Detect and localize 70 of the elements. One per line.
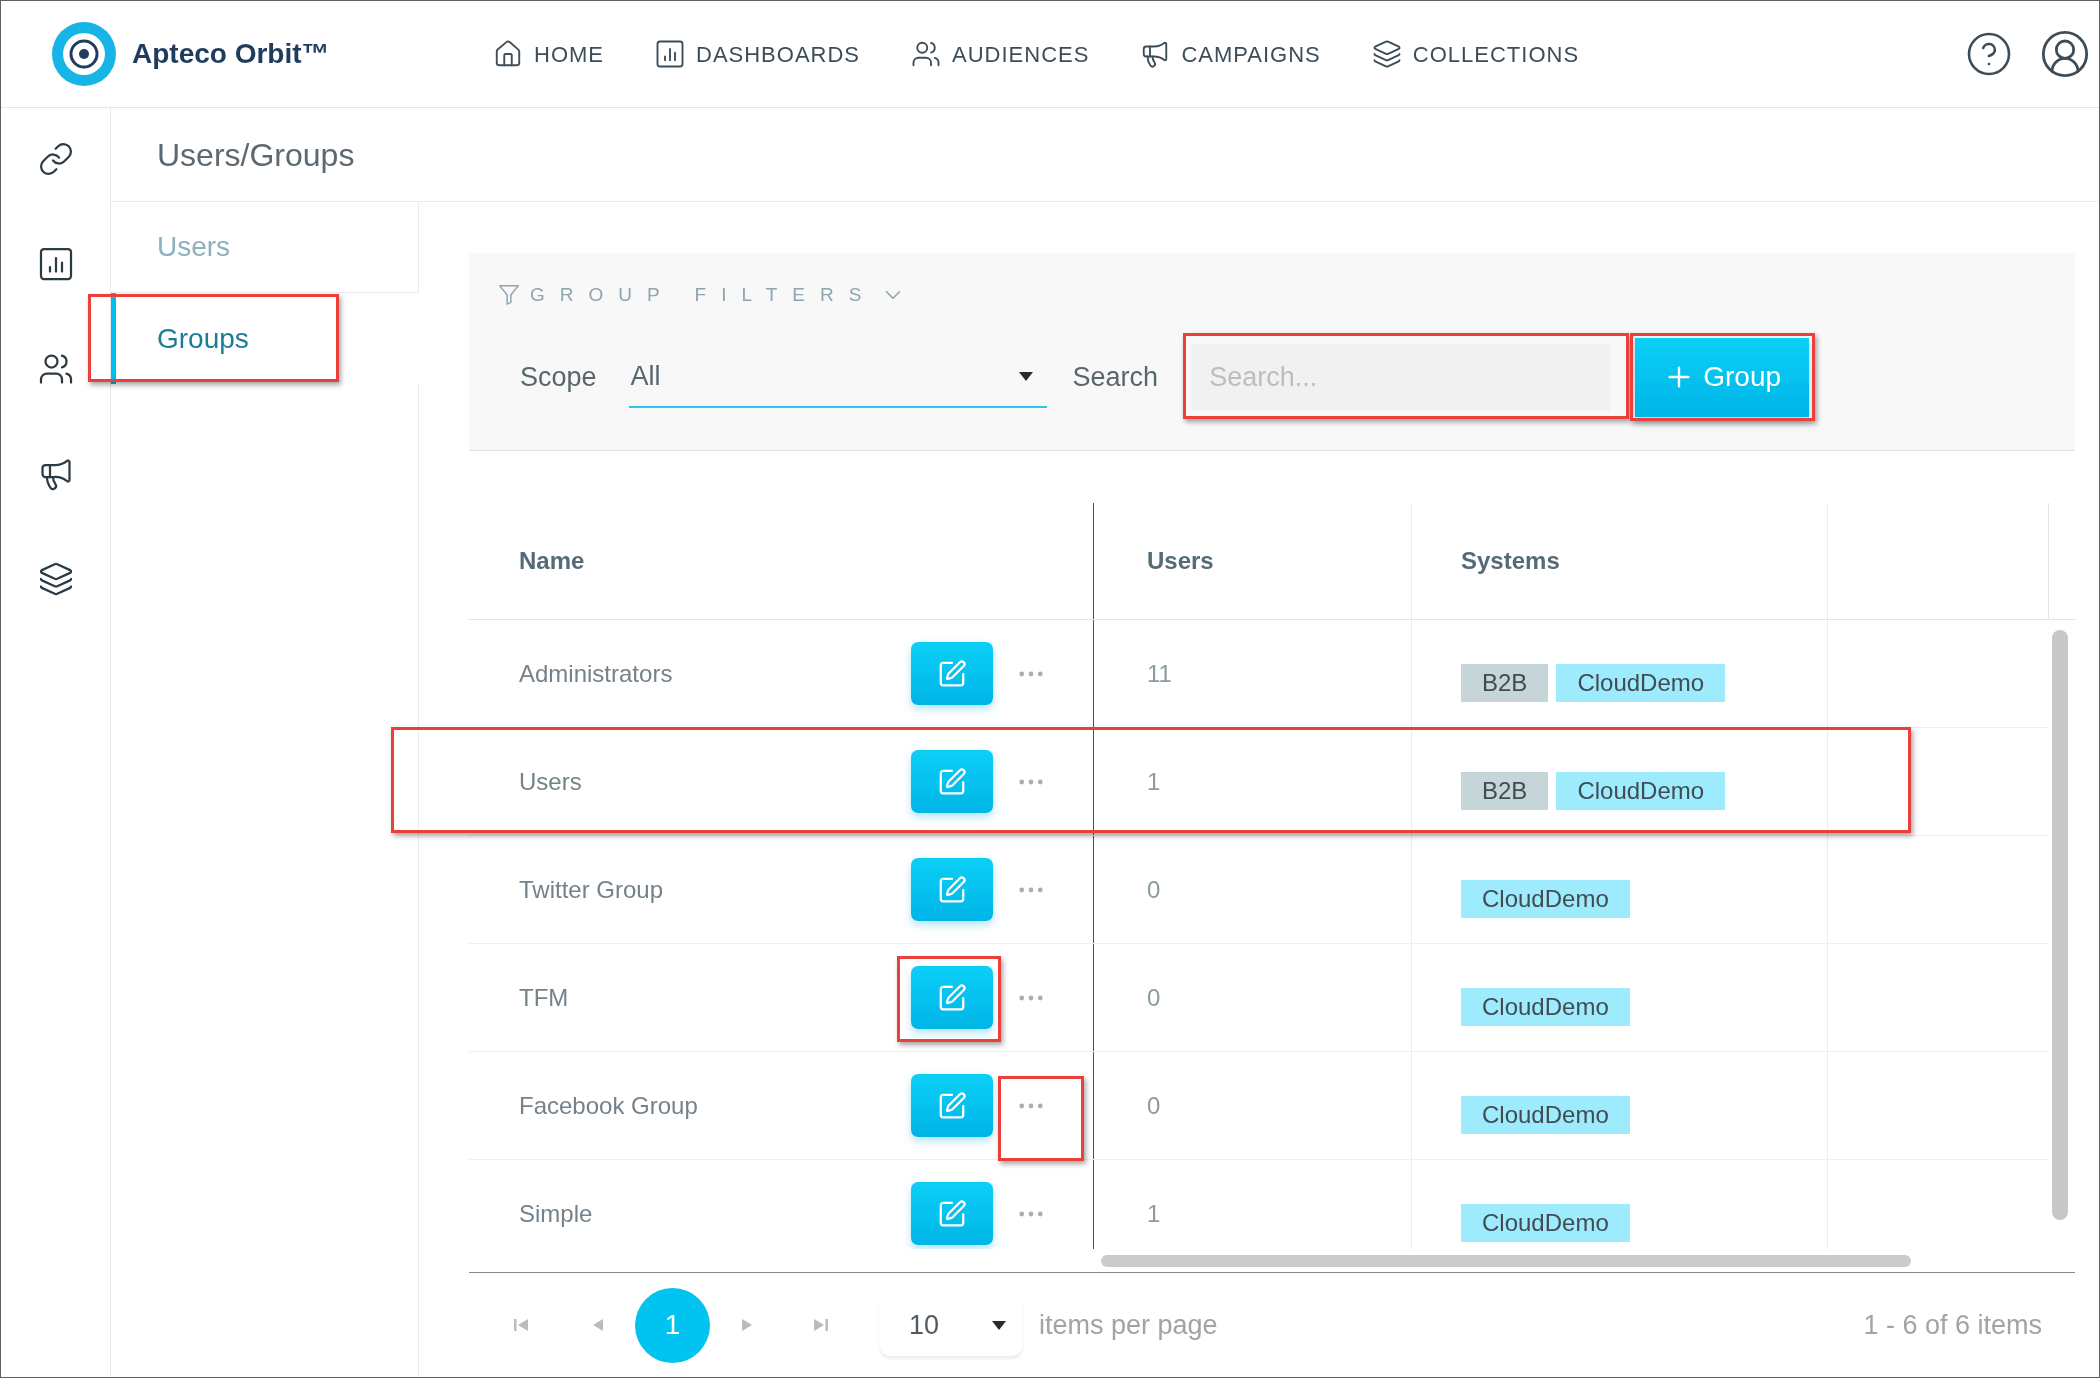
brand-name: Apteco Orbit™ <box>132 37 330 71</box>
layers-icon[interactable] <box>37 561 74 597</box>
system-tag: CloudDemo <box>1461 1095 1630 1134</box>
edit-icon <box>937 874 967 905</box>
more-options-icon[interactable] <box>1019 1210 1043 1217</box>
dropdown-caret-icon <box>1018 371 1033 381</box>
system-tag: B2B <box>1461 771 1549 810</box>
nav-link[interactable]: HOME <box>493 37 604 71</box>
group-name: Simple <box>519 1199 593 1227</box>
edit-icon <box>937 766 967 797</box>
group-name: Facebook Group <box>519 1091 698 1119</box>
layers-icon <box>1371 39 1402 69</box>
nav-link[interactable]: DASHBOARDS <box>655 37 861 71</box>
edit-button[interactable] <box>911 858 993 921</box>
logo-icon <box>52 22 116 86</box>
more-options-icon[interactable] <box>1019 778 1043 785</box>
user-count: 1 <box>1147 766 1161 797</box>
more-options-icon[interactable] <box>1019 1102 1043 1109</box>
vertical-scrollbar[interactable] <box>2052 630 2068 1220</box>
system-tag: B2B <box>1461 663 1549 702</box>
link-icon[interactable] <box>37 141 74 177</box>
more-options-icon[interactable] <box>1019 670 1043 677</box>
group-name: Administrators <box>519 659 673 687</box>
user-avatar-icon[interactable] <box>2039 28 2091 80</box>
user-count: 1 <box>1147 1198 1161 1229</box>
group-name: Twitter Group <box>519 875 664 903</box>
column-header: Systems <box>1461 546 1560 576</box>
edit-icon <box>937 658 967 689</box>
user-count: 0 <box>1147 1090 1161 1121</box>
scope-label: Scope <box>520 360 597 394</box>
nav-link[interactable]: AUDIENCES <box>911 37 1090 71</box>
more-options-icon[interactable] <box>1019 994 1043 1001</box>
funnel-icon <box>498 284 520 306</box>
pagination-summary: 1 - 6 of 6 items <box>1863 1308 2043 1342</box>
edit-button[interactable] <box>911 966 993 1029</box>
page-size-select[interactable]: 10 <box>879 1294 1023 1356</box>
system-tag: CloudDemo <box>1556 663 1726 702</box>
edit-icon <box>937 1198 967 1229</box>
nav-link[interactable]: CAMPAIGNS <box>1140 37 1321 71</box>
edit-button[interactable] <box>911 1182 993 1245</box>
system-tag: CloudDemo <box>1461 987 1630 1026</box>
bar-chart-icon[interactable] <box>37 246 74 282</box>
edit-button[interactable] <box>911 750 993 813</box>
home-icon <box>493 39 523 69</box>
horizontal-scrollbar[interactable] <box>1101 1254 1911 1267</box>
nav-link[interactable]: COLLECTIONS <box>1371 37 1580 71</box>
group-name: TFM <box>519 983 569 1011</box>
scope-select[interactable]: All <box>628 346 1047 408</box>
user-count: 11 <box>1147 658 1172 689</box>
system-tag: CloudDemo <box>1461 1203 1630 1242</box>
help-icon[interactable] <box>1965 30 2013 78</box>
edit-icon <box>937 982 967 1013</box>
users-icon <box>911 39 942 69</box>
system-tag: CloudDemo <box>1461 879 1630 918</box>
more-options-icon[interactable] <box>1019 886 1043 893</box>
user-count: 0 <box>1147 874 1161 905</box>
edit-button[interactable] <box>911 1074 993 1137</box>
column-header: Users <box>1147 546 1214 576</box>
dropdown-caret-icon <box>992 1320 1006 1330</box>
group-name: Users <box>519 767 582 795</box>
page-title: Users/Groups <box>157 135 355 175</box>
page-size-label: items per page <box>1039 1308 1218 1342</box>
column-header: Name <box>519 546 585 576</box>
edit-icon <box>937 1090 967 1121</box>
system-tag: CloudDemo <box>1556 771 1726 810</box>
user-count: 0 <box>1147 982 1161 1013</box>
edit-button[interactable] <box>911 642 993 705</box>
submenu-tab[interactable]: Groups <box>111 293 419 384</box>
bar-chart-icon <box>655 39 685 69</box>
search-label: Search <box>1072 360 1159 394</box>
